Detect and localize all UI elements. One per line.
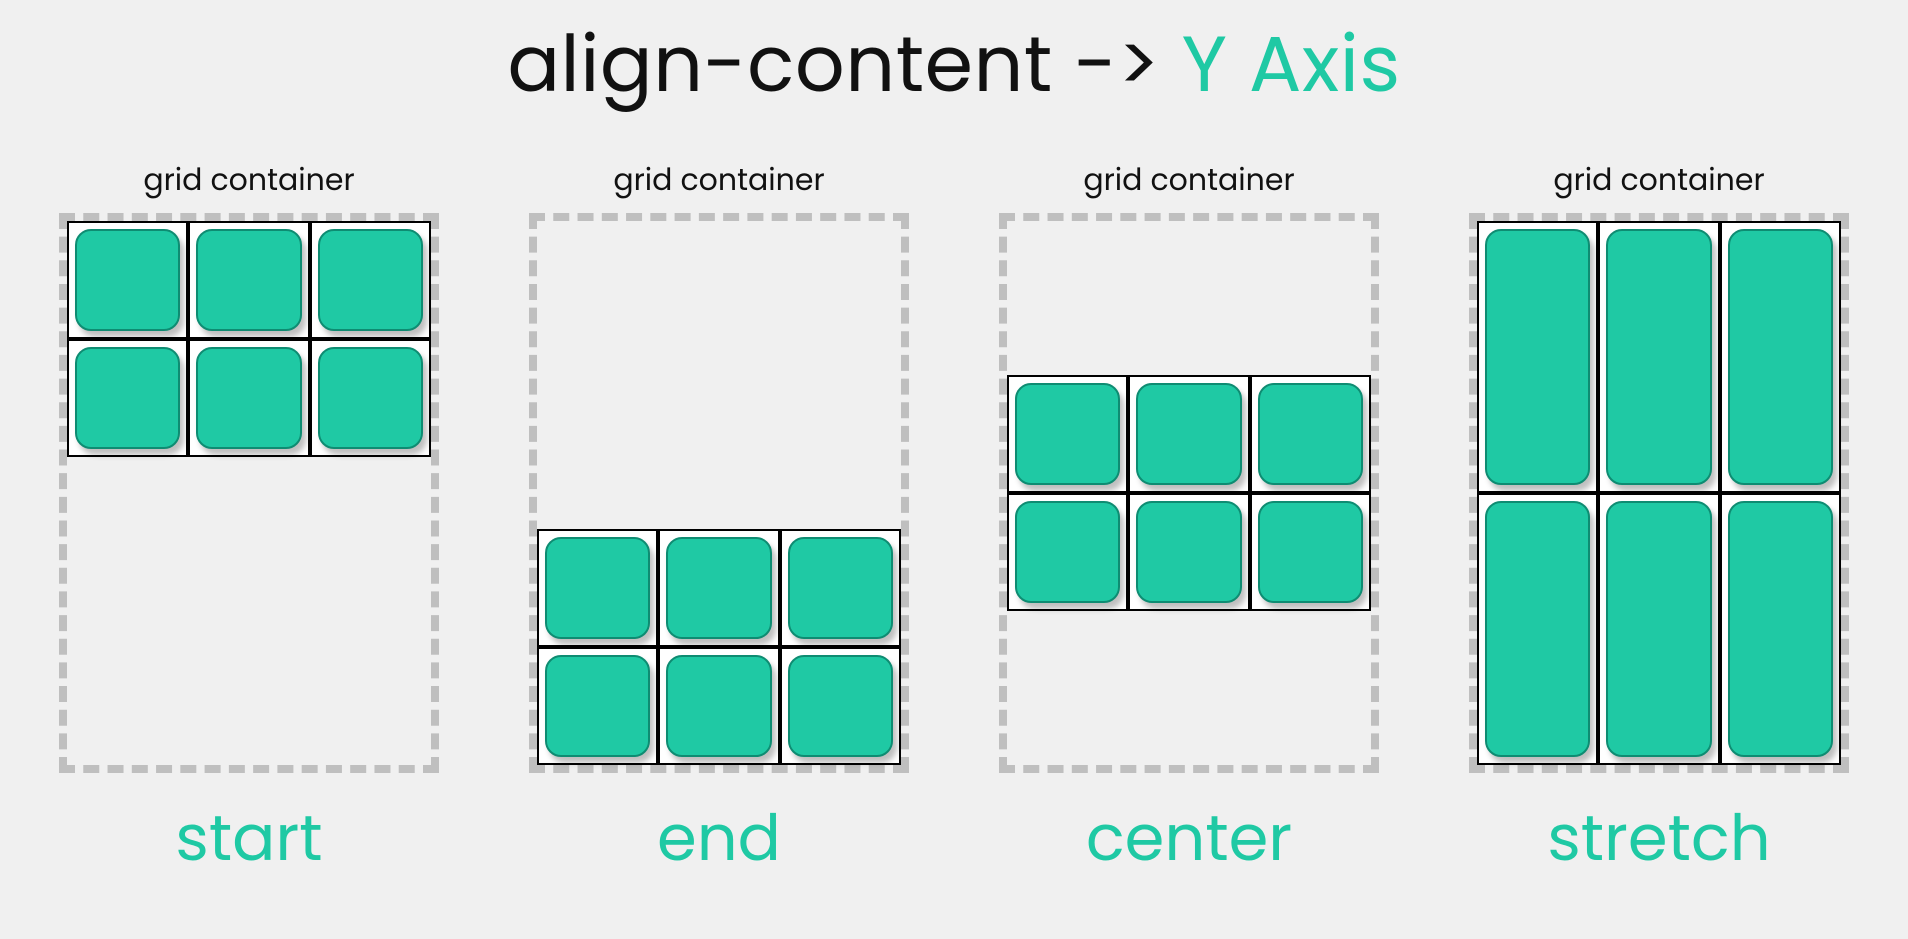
grid-item xyxy=(666,537,771,639)
grid-cell xyxy=(1477,493,1598,765)
grid-cell xyxy=(1720,493,1841,765)
grid-item xyxy=(1728,229,1833,485)
grid-container xyxy=(1469,213,1849,773)
grid-cell xyxy=(1598,493,1719,765)
grid-cell xyxy=(188,221,309,339)
grid-cell xyxy=(1128,493,1249,611)
grid-cell xyxy=(1250,375,1371,493)
grid-cell xyxy=(537,529,658,647)
grid-item xyxy=(666,655,771,757)
panels-row: grid containerstartgrid containerendgrid… xyxy=(0,157,1908,886)
grid-item xyxy=(196,347,301,449)
grid-item xyxy=(1606,501,1711,757)
panel-value: start xyxy=(175,791,322,886)
title-property: align-content -> xyxy=(507,10,1160,119)
grid-item xyxy=(1728,501,1833,757)
grid-cell xyxy=(67,339,188,457)
grid-cell xyxy=(1720,221,1841,493)
grid-cell xyxy=(1250,493,1371,611)
grid-item xyxy=(788,655,893,757)
grid-item xyxy=(1136,501,1241,603)
grid-cell xyxy=(537,647,658,765)
grid-item xyxy=(1485,229,1590,485)
grid-cell xyxy=(1007,493,1128,611)
grid-item xyxy=(1258,383,1363,485)
panel-value: stretch xyxy=(1547,791,1770,886)
container-label: grid container xyxy=(1083,157,1294,203)
grid-item xyxy=(1015,501,1120,603)
grid-item xyxy=(75,229,180,331)
container-label: grid container xyxy=(613,157,824,203)
grid-item xyxy=(75,347,180,449)
grid-item xyxy=(1485,501,1590,757)
grid-cell xyxy=(780,647,901,765)
grid-item xyxy=(545,655,650,757)
grid-cell xyxy=(310,221,431,339)
grid-container xyxy=(59,213,439,773)
grid-item xyxy=(1015,383,1120,485)
grid-item xyxy=(1136,383,1241,485)
grid-container xyxy=(529,213,909,773)
panel-end: grid container end xyxy=(529,157,909,886)
grid-container xyxy=(999,213,1379,773)
grid-cell xyxy=(1477,221,1598,493)
grid-item xyxy=(196,229,301,331)
grid-cell xyxy=(658,529,779,647)
grid-cell xyxy=(1007,375,1128,493)
container-label: grid container xyxy=(1553,157,1764,203)
grid-cell xyxy=(310,339,431,457)
panel-value: center xyxy=(1086,791,1292,886)
grid-cell xyxy=(658,647,779,765)
panel-stretch: grid container stretch xyxy=(1469,157,1849,886)
panel-center: grid container center xyxy=(999,157,1379,886)
grid-item xyxy=(788,537,893,639)
grid-item xyxy=(318,347,423,449)
grid xyxy=(537,529,901,765)
grid-cell xyxy=(1598,221,1719,493)
panel-start: grid container start xyxy=(59,157,439,886)
grid-cell xyxy=(188,339,309,457)
grid xyxy=(1007,375,1371,611)
title-axis: Y Axis xyxy=(1181,10,1400,119)
grid xyxy=(67,221,431,457)
grid-item xyxy=(545,537,650,639)
grid-item xyxy=(1606,229,1711,485)
grid xyxy=(1477,221,1841,765)
grid-item xyxy=(1258,501,1363,603)
grid-cell xyxy=(780,529,901,647)
panel-value: end xyxy=(657,791,781,886)
grid-item xyxy=(318,229,423,331)
container-label: grid container xyxy=(143,157,354,203)
grid-cell xyxy=(1128,375,1249,493)
grid-cell xyxy=(67,221,188,339)
page-title: align-content -> Y Axis xyxy=(0,6,1908,123)
